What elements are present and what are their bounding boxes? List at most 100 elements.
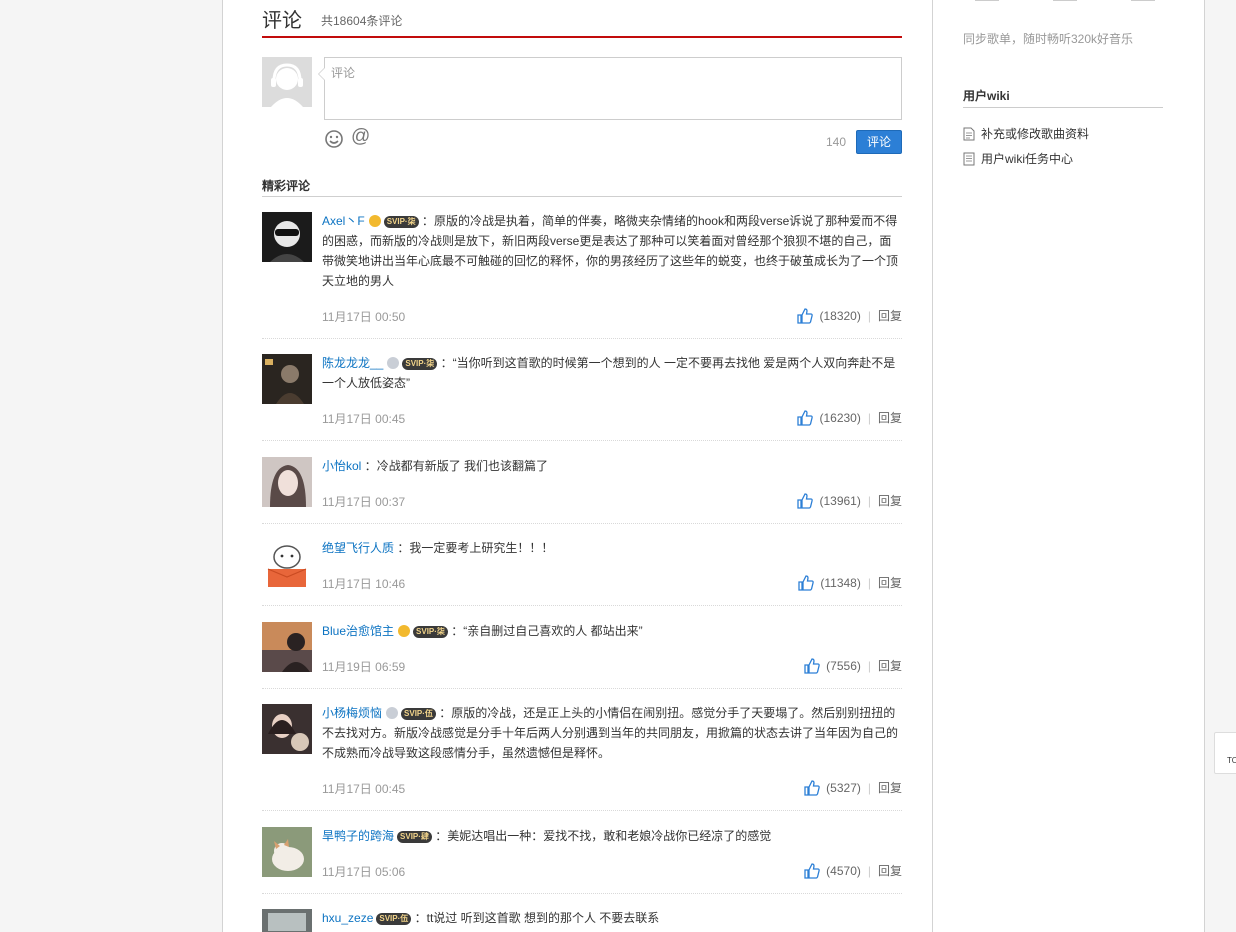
comment-body: Axel丶F SVIP·柒 ：原版的冷战是执着，简单的伴奏，略微夹杂情绪的hook… bbox=[322, 214, 899, 288]
like-icon[interactable] bbox=[804, 657, 820, 674]
comment-username[interactable]: 陈龙龙龙__ bbox=[322, 356, 383, 370]
avatar[interactable] bbox=[262, 457, 312, 507]
comment-input[interactable] bbox=[325, 58, 901, 119]
column-divider bbox=[932, 0, 933, 932]
action-divider: | bbox=[867, 658, 871, 673]
comment-actions: (4570) | 回复 bbox=[804, 862, 902, 879]
reply-link[interactable]: 回复 bbox=[878, 574, 902, 591]
crown-badge-icon bbox=[368, 215, 381, 227]
action-divider: | bbox=[867, 863, 871, 878]
comment-username[interactable]: 小怡kol bbox=[322, 459, 361, 473]
default-user-icon bbox=[262, 57, 312, 107]
reply-link[interactable]: 回复 bbox=[878, 492, 902, 509]
comments-title: 评论 bbox=[262, 10, 302, 32]
comment-time: 11月17日 00:37 bbox=[322, 495, 406, 509]
comment-body: 小杨梅烦恼 SVIP·伍 ：原版的冷战，还是正上头的小情侣在闹别扭。感觉分手了天要… bbox=[322, 706, 899, 760]
comment-body: Blue治愈馆主 SVIP·柒 ：“亲自删过自己喜欢的人 都站出来” bbox=[322, 624, 643, 638]
vip-badge: SVIP·肆 bbox=[397, 831, 432, 843]
submit-comment-button[interactable]: 评论 bbox=[856, 130, 902, 154]
reply-link[interactable]: 回复 bbox=[878, 862, 902, 879]
crown-badge-icon bbox=[386, 707, 399, 719]
comment-input-box[interactable] bbox=[324, 57, 902, 120]
comment-username[interactable]: hxu_zeze bbox=[322, 911, 373, 925]
like-icon[interactable] bbox=[804, 862, 820, 879]
comment-username[interactable]: Axel丶F bbox=[322, 214, 365, 228]
comment-item: 小怡kol ：冷战都有新版了 我们也该翻篇了 11月17日 00:37 (139… bbox=[262, 456, 902, 524]
vip-badge: SVIP·柒 bbox=[383, 216, 419, 228]
wiki-edit-song-link[interactable]: 补充或修改歌曲资料 bbox=[963, 125, 1089, 142]
comment-text: tt说过 听到这首歌 想到的那个人 不要去联系 bbox=[426, 911, 660, 925]
like-count: (11348) bbox=[820, 575, 861, 590]
sidebar-stub bbox=[1131, 0, 1155, 1]
comment-actions: (16230) | 回复 bbox=[797, 409, 902, 426]
comment-username[interactable]: 小杨梅烦恼 bbox=[322, 706, 382, 720]
avatar[interactable] bbox=[262, 354, 312, 404]
doc-list-icon bbox=[963, 152, 975, 165]
comment-body: 陈龙龙龙__ SVIP·柒 ：“当你听到这首歌的时候第一个想到的人 一定不要再去找… bbox=[322, 356, 896, 390]
comments-count: 共18604条评论 bbox=[321, 14, 403, 28]
avatar[interactable] bbox=[262, 909, 312, 932]
comment-username[interactable]: Blue治愈馆主 bbox=[322, 624, 394, 638]
vip-badge: SVIP·柒 bbox=[413, 626, 448, 638]
comment-username[interactable]: 旱鸭子的跨海 bbox=[322, 829, 394, 843]
my-avatar bbox=[262, 57, 312, 107]
like-icon[interactable] bbox=[804, 779, 820, 796]
comment-item: 绝望飞行人质 ：我一定要考上研究生！！！ 11月17日 10:46 (11348… bbox=[262, 538, 902, 606]
vip-badge: SVIP·柒 bbox=[402, 358, 438, 370]
comment-actions: (18320) | 回复 bbox=[797, 307, 902, 324]
sidebar-stub bbox=[975, 0, 999, 1]
reply-link[interactable]: 回复 bbox=[878, 779, 902, 796]
char-counter: 140 bbox=[826, 135, 847, 149]
featured-comments-title: 精彩评论 bbox=[262, 177, 902, 197]
reply-link[interactable]: 回复 bbox=[878, 307, 902, 324]
vip-badge: SVIP·伍 bbox=[401, 708, 436, 720]
comment-time: 11月17日 00:50 bbox=[322, 310, 406, 324]
wiki-item-label: 补充或修改歌曲资料 bbox=[981, 127, 1090, 141]
like-icon[interactable] bbox=[798, 574, 815, 591]
comment-item: 旱鸭子的跨海 SVIP·肆 ：美妮达唱出一种：爱找不找，敢和老娘冷战你已经凉了的感… bbox=[262, 826, 902, 894]
back-to-top-label: TO bbox=[1227, 756, 1236, 765]
comment-time: 11月17日 05:06 bbox=[322, 865, 406, 879]
vip-badge: SVIP·伍 bbox=[376, 913, 412, 925]
avatar[interactable] bbox=[262, 704, 312, 754]
avatar[interactable] bbox=[262, 539, 312, 589]
like-icon[interactable] bbox=[797, 307, 814, 324]
comment-username[interactable]: 绝望飞行人质 bbox=[322, 541, 394, 555]
back-to-top-button[interactable]: TO bbox=[1214, 732, 1236, 774]
avatar[interactable] bbox=[262, 827, 312, 877]
comment-time: 11月17日 00:45 bbox=[322, 412, 406, 426]
like-count: (7556) bbox=[826, 658, 861, 673]
mention-button[interactable]: @ bbox=[351, 126, 370, 148]
reply-link[interactable]: 回复 bbox=[878, 657, 902, 674]
like-count: (16230) bbox=[819, 410, 861, 425]
comment-item: 小杨梅烦恼 SVIP·伍 ：原版的冷战，还是正上头的小情侣在闹别扭。感觉分手了天要… bbox=[262, 703, 902, 811]
avatar[interactable] bbox=[262, 622, 312, 672]
action-divider: | bbox=[867, 308, 871, 323]
like-icon[interactable] bbox=[797, 492, 814, 509]
wiki-task-center-link[interactable]: 用户wiki任务中心 bbox=[963, 150, 1073, 167]
like-count: (4570) bbox=[826, 863, 861, 878]
crown-badge-icon bbox=[387, 357, 400, 369]
edit-doc-icon bbox=[963, 127, 975, 140]
emoji-icon[interactable] bbox=[324, 129, 344, 149]
comment-text: “亲自删过自己喜欢的人 都站出来” bbox=[463, 624, 643, 638]
like-count: (18320) bbox=[819, 308, 861, 323]
like-count: (13961) bbox=[819, 493, 861, 508]
comment-body: 绝望飞行人质 ：我一定要考上研究生！！！ bbox=[322, 541, 554, 555]
comment-text: 冷战都有新版了 我们也该翻篇了 bbox=[376, 459, 549, 473]
action-divider: | bbox=[867, 575, 871, 590]
like-icon[interactable] bbox=[797, 409, 814, 426]
sync-promo-text: 同步歌单，随时畅听320k好音乐 bbox=[963, 32, 1134, 46]
comment-time: 11月17日 10:46 bbox=[322, 577, 406, 591]
avatar[interactable] bbox=[262, 212, 312, 262]
action-divider: | bbox=[867, 410, 871, 425]
comment-time: 11月19日 06:59 bbox=[322, 660, 406, 674]
reply-link[interactable]: 回复 bbox=[878, 409, 902, 426]
comment-text: 我一定要考上研究生！！！ bbox=[409, 541, 554, 555]
comment-body: 旱鸭子的跨海 SVIP·肆 ：美妮达唱出一种：爱找不找，敢和老娘冷战你已经凉了的感… bbox=[322, 829, 772, 843]
wiki-item-label: 用户wiki任务中心 bbox=[981, 152, 1073, 166]
comment-item: Axel丶F SVIP·柒 ：原版的冷战是执着，简单的伴奏，略微夹杂情绪的hook… bbox=[262, 211, 902, 339]
comment-text: 美妮达唱出一种：爱找不找，敢和老娘冷战你已经凉了的感觉 bbox=[447, 829, 772, 843]
comment-actions: (11348) | 回复 bbox=[798, 574, 902, 591]
crown-badge-icon bbox=[398, 625, 411, 637]
